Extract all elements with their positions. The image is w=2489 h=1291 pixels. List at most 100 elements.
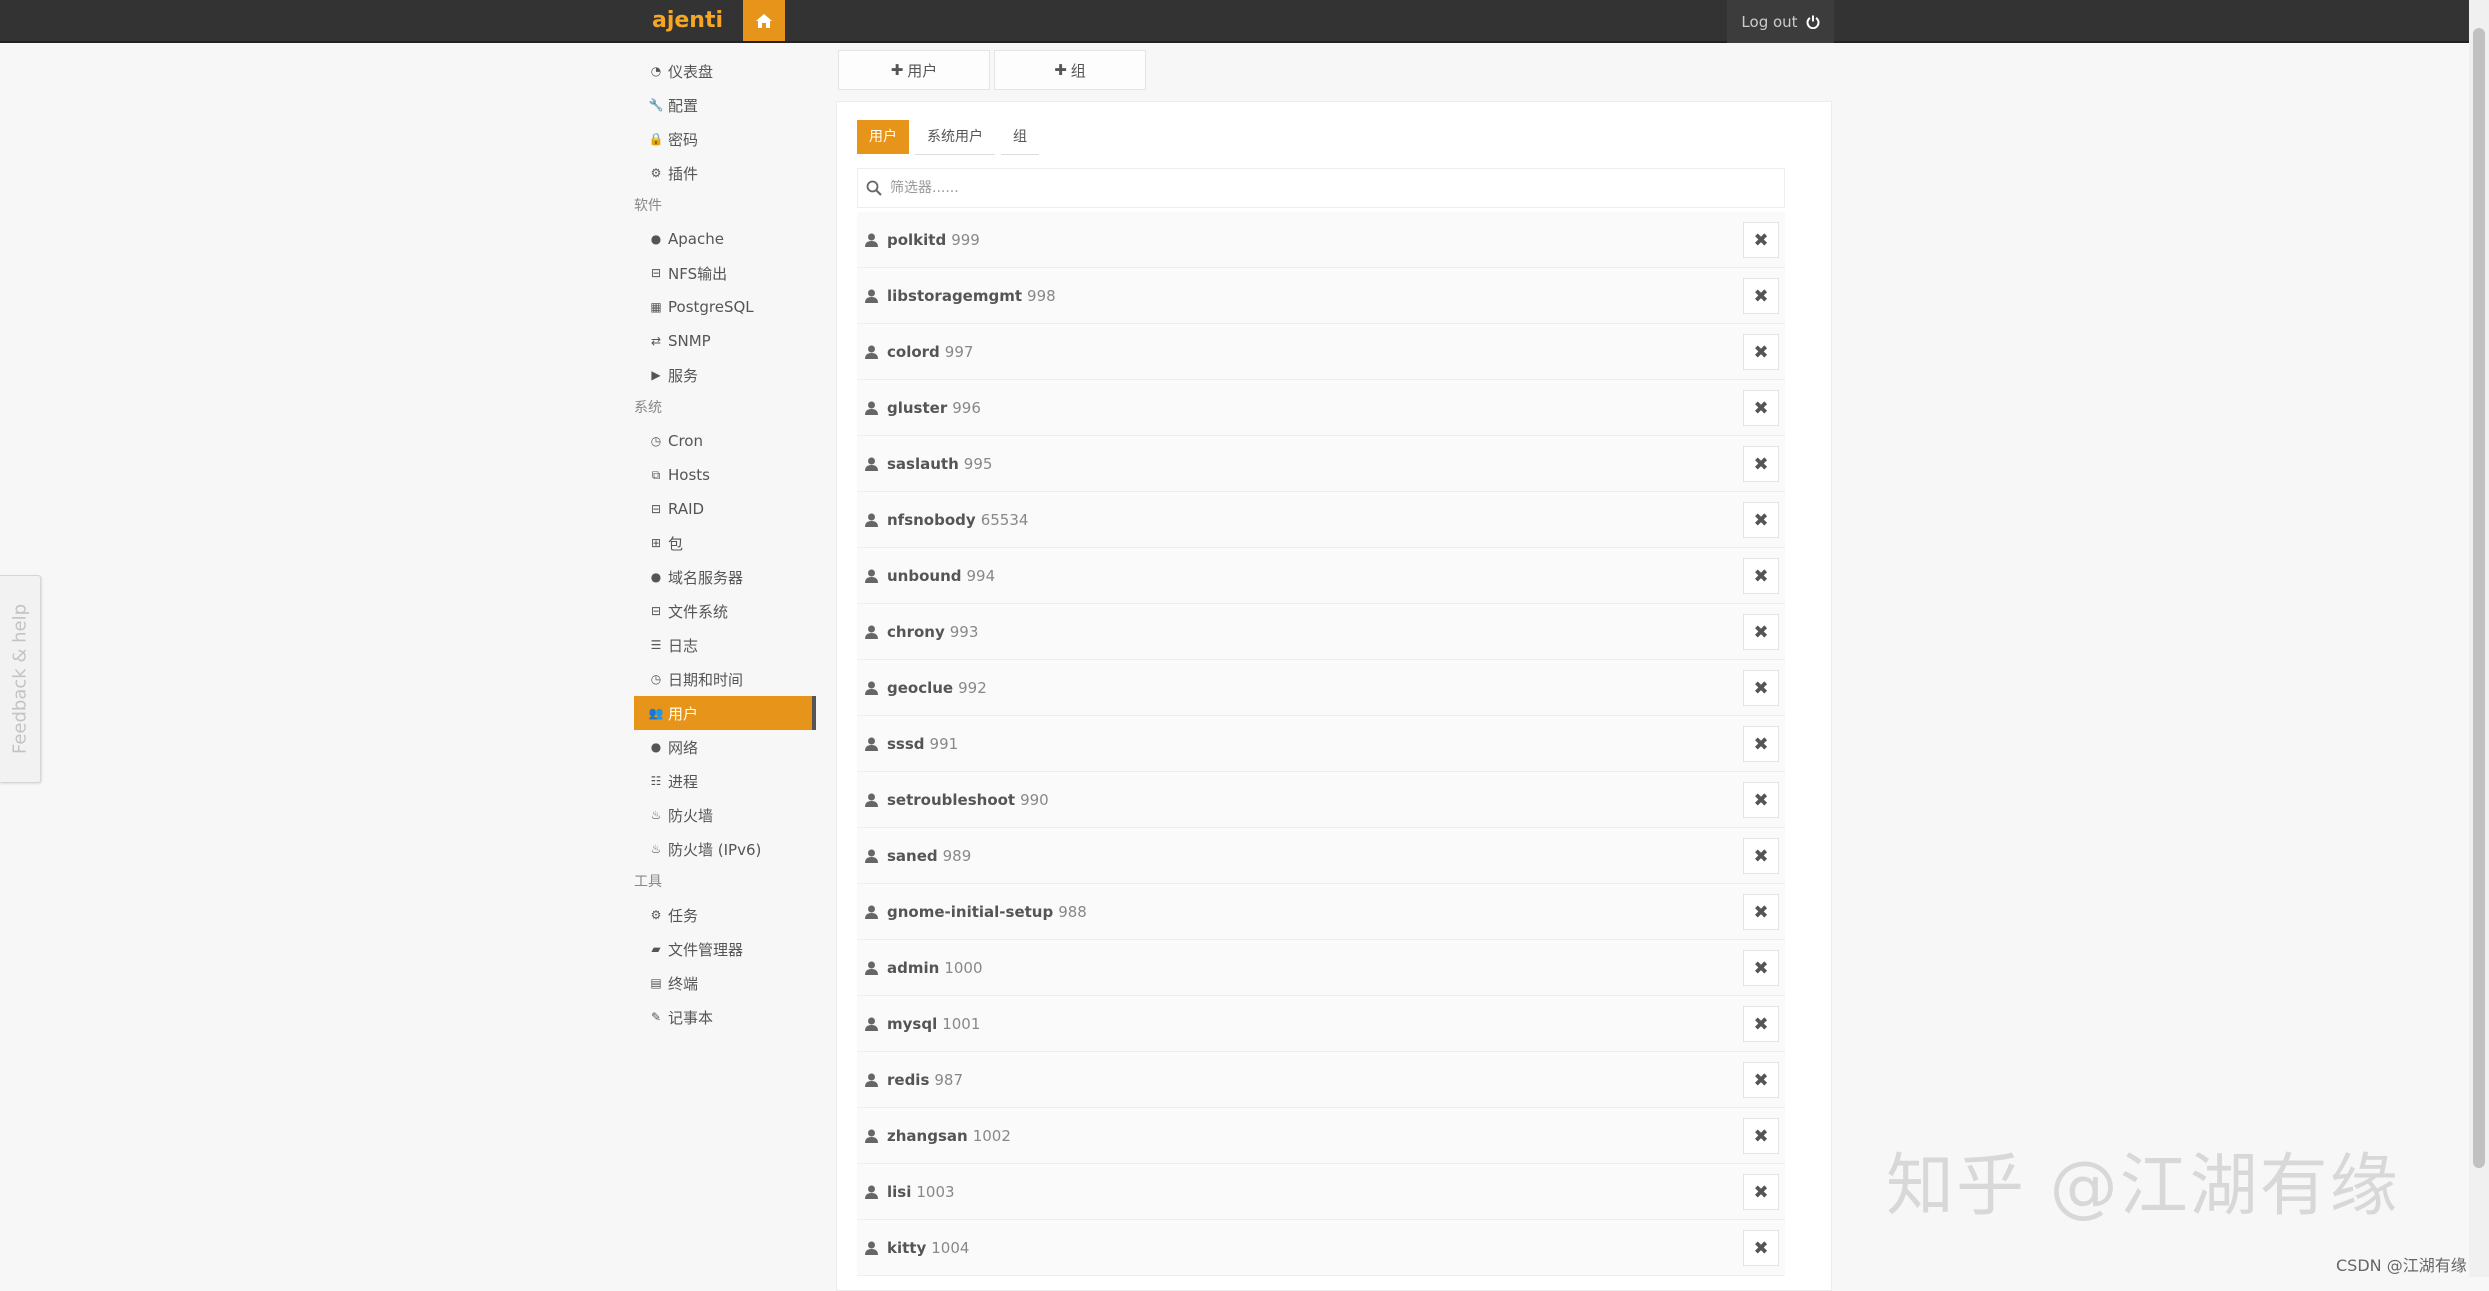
sidebar-item[interactable]: ⇄ SNMP	[634, 324, 816, 358]
sidebar-item[interactable]: ♨ 防火墙 (IPv6)	[634, 832, 816, 866]
user-row[interactable]: saslauth 995 ✖	[857, 436, 1785, 492]
sidebar-item[interactable]: ● 网络	[634, 730, 816, 764]
delete-user-button[interactable]: ✖	[1743, 446, 1779, 482]
delete-user-button[interactable]: ✖	[1743, 1006, 1779, 1042]
user-name[interactable]: libstoragemgmt	[887, 287, 1022, 305]
user-name[interactable]: kitty	[887, 1239, 926, 1257]
user-icon	[865, 289, 881, 303]
sidebar-item[interactable]: ☷ 进程	[634, 764, 816, 798]
user-row[interactable]: chrony 993 ✖	[857, 604, 1785, 660]
close-icon: ✖	[1753, 285, 1769, 307]
sidebar-item[interactable]: ☰ 日志	[634, 628, 816, 662]
scrollbar-thumb[interactable]	[2473, 28, 2485, 1168]
sidebar-item[interactable]: 🔧 配置	[634, 88, 816, 122]
sidebar-item[interactable]: ♨ 防火墙	[634, 798, 816, 832]
delete-user-button[interactable]: ✖	[1743, 1062, 1779, 1098]
delete-user-button[interactable]: ✖	[1743, 670, 1779, 706]
sidebar-item[interactable]: ◷ Cron	[634, 424, 816, 458]
user-row[interactable]: lisi 1003 ✖	[857, 1164, 1785, 1220]
filter-input[interactable]	[888, 179, 1752, 197]
user-row[interactable]: zhangsan 1002 ✖	[857, 1108, 1785, 1164]
user-row[interactable]: gluster 996 ✖	[857, 380, 1785, 436]
sidebar-item[interactable]: ▶ 服务	[634, 358, 816, 392]
delete-user-button[interactable]: ✖	[1743, 726, 1779, 762]
sidebar-item[interactable]: 👥 用户	[634, 696, 816, 730]
close-icon: ✖	[1753, 1125, 1769, 1147]
delete-user-button[interactable]: ✖	[1743, 222, 1779, 258]
user-name[interactable]: polkitd	[887, 231, 946, 249]
delete-user-button[interactable]: ✖	[1743, 390, 1779, 426]
user-name[interactable]: lisi	[887, 1183, 911, 1201]
delete-user-button[interactable]: ✖	[1743, 894, 1779, 930]
user-name[interactable]: redis	[887, 1071, 929, 1089]
user-name[interactable]: chrony	[887, 623, 945, 641]
user-name[interactable]: sssd	[887, 735, 925, 753]
sidebar-item[interactable]: ⧉ Hosts	[634, 458, 816, 492]
user-row[interactable]: mysql 1001 ✖	[857, 996, 1785, 1052]
user-row[interactable]: colord 997 ✖	[857, 324, 1785, 380]
user-name[interactable]: zhangsan	[887, 1127, 968, 1145]
sidebar-item[interactable]: ▤ 终端	[634, 966, 816, 1000]
sidebar-item[interactable]: ⊟ NFS输出	[634, 256, 816, 290]
delete-user-button[interactable]: ✖	[1743, 558, 1779, 594]
sidebar-item[interactable]: ◔ 仪表盘	[634, 54, 816, 88]
user-name[interactable]: saslauth	[887, 455, 959, 473]
user-row[interactable]: saned 989 ✖	[857, 828, 1785, 884]
page-scrollbar[interactable]	[2469, 0, 2489, 1277]
user-row[interactable]: kitty 1004 ✖	[857, 1220, 1785, 1276]
user-row[interactable]: unbound 994 ✖	[857, 548, 1785, 604]
delete-user-button[interactable]: ✖	[1743, 950, 1779, 986]
user-row[interactable]: sssd 991 ✖	[857, 716, 1785, 772]
add-user-button[interactable]: ✚ 用户	[838, 50, 990, 90]
tab-groups[interactable]: 组	[1001, 120, 1039, 155]
sidebar-item[interactable]: ⊞ 包	[634, 526, 816, 560]
delete-user-button[interactable]: ✖	[1743, 838, 1779, 874]
sidebar-item[interactable]: ◷ 日期和时间	[634, 662, 816, 696]
user-name[interactable]: admin	[887, 959, 939, 977]
sidebar-item[interactable]: ⊟ RAID	[634, 492, 816, 526]
tab-system-users[interactable]: 系统用户	[915, 120, 995, 155]
user-row[interactable]: setroubleshoot 990 ✖	[857, 772, 1785, 828]
add-group-button[interactable]: ✚ 组	[994, 50, 1146, 90]
tab-users[interactable]: 用户	[857, 120, 909, 154]
delete-user-button[interactable]: ✖	[1743, 1118, 1779, 1154]
user-name[interactable]: saned	[887, 847, 938, 865]
user-row[interactable]: geoclue 992 ✖	[857, 660, 1785, 716]
brand-logo[interactable]: ajenti	[652, 4, 723, 38]
delete-user-button[interactable]: ✖	[1743, 1230, 1779, 1266]
user-row[interactable]: nfsnobody 65534 ✖	[857, 492, 1785, 548]
user-name[interactable]: colord	[887, 343, 940, 361]
logout-button[interactable]: Log out	[1727, 0, 1834, 43]
user-id: 996	[952, 398, 981, 417]
user-row[interactable]: redis 987 ✖	[857, 1052, 1785, 1108]
user-name[interactable]: gluster	[887, 399, 947, 417]
feedback-help-tab[interactable]: Feedback & help	[0, 575, 41, 783]
delete-user-button[interactable]: ✖	[1743, 1174, 1779, 1210]
sidebar-item[interactable]: ▦ PostgreSQL	[634, 290, 816, 324]
delete-user-button[interactable]: ✖	[1743, 782, 1779, 818]
sidebar-item[interactable]: ● 域名服务器	[634, 560, 816, 594]
user-name[interactable]: nfsnobody	[887, 511, 976, 529]
delete-user-button[interactable]: ✖	[1743, 614, 1779, 650]
user-row[interactable]: libstoragemgmt 998 ✖	[857, 268, 1785, 324]
sidebar-item[interactable]: ✎ 记事本	[634, 1000, 816, 1034]
user-icon	[865, 401, 881, 415]
delete-user-button[interactable]: ✖	[1743, 502, 1779, 538]
sidebar-item[interactable]: ⚙ 任务	[634, 898, 816, 932]
sidebar-item[interactable]: ⊟ 文件系统	[634, 594, 816, 628]
sidebar-item[interactable]: ● Apache	[634, 222, 816, 256]
delete-user-button[interactable]: ✖	[1743, 278, 1779, 314]
user-name[interactable]: mysql	[887, 1015, 937, 1033]
user-name[interactable]: geoclue	[887, 679, 953, 697]
user-name[interactable]: setroubleshoot	[887, 791, 1015, 809]
user-row[interactable]: polkitd 999 ✖	[857, 212, 1785, 268]
sidebar-item[interactable]: 🔒 密码	[634, 122, 816, 156]
home-button[interactable]	[743, 0, 785, 41]
delete-user-button[interactable]: ✖	[1743, 334, 1779, 370]
user-row[interactable]: admin 1000 ✖	[857, 940, 1785, 996]
user-name[interactable]: unbound	[887, 567, 962, 585]
user-row[interactable]: gnome-initial-setup 988 ✖	[857, 884, 1785, 940]
sidebar-item[interactable]: ⚙ 插件	[634, 156, 816, 190]
user-name[interactable]: gnome-initial-setup	[887, 903, 1053, 921]
sidebar-item[interactable]: ▰ 文件管理器	[634, 932, 816, 966]
